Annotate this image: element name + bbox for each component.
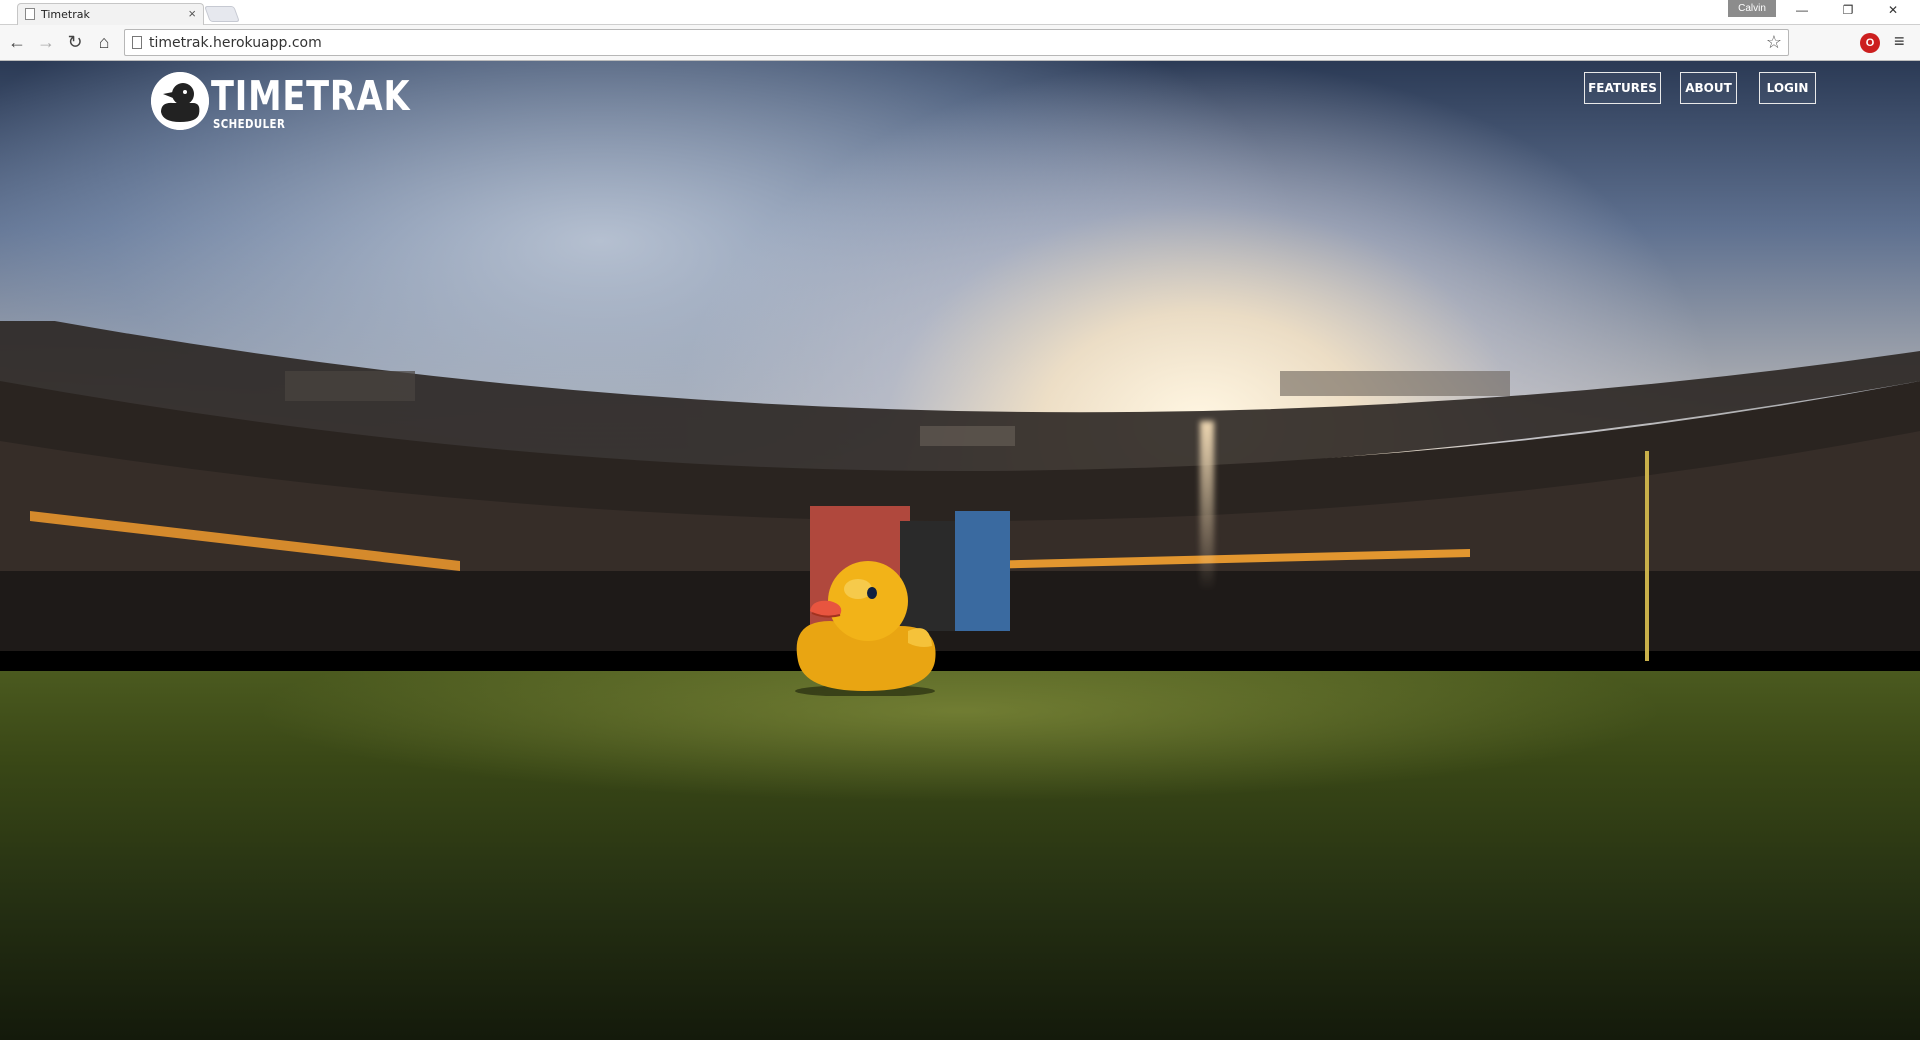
reload-icon[interactable]: ↻ [64,31,86,53]
brand-subtitle: SCHEDULER [213,117,286,131]
minimize-icon[interactable]: — [1787,3,1817,17]
nav-about-button[interactable]: ABOUT [1680,72,1737,104]
new-tab-button[interactable] [204,6,240,22]
home-icon[interactable]: ⌂ [93,31,115,53]
nav-features-button[interactable]: FEATURES [1584,72,1661,104]
browser-tab-strip: Timetrak × Calvin — ❐ ✕ [0,0,1920,25]
hero-page: TIMETRAK SCHEDULER FEATURES ABOUT LOGIN [0,61,1920,1040]
arrow-left-icon[interactable]: ← [6,31,28,53]
page-icon [25,8,35,20]
browser-toolbar: ← → ↻ ⌂ timetrak.herokuapp.com ☆ O ≡ [0,25,1920,61]
profile-badge[interactable]: Calvin [1728,0,1776,17]
restore-icon[interactable]: ❐ [1833,3,1863,17]
sun-flare [1200,421,1214,591]
browser-tab[interactable]: Timetrak × [17,3,204,25]
address-bar[interactable]: timetrak.herokuapp.com ☆ [124,29,1789,56]
brand-name: TIMETRAK [211,72,411,120]
url-text[interactable]: timetrak.herokuapp.com [149,35,322,51]
close-icon[interactable]: × [188,6,196,21]
brand-logo-link[interactable]: TIMETRAK SCHEDULER [151,71,411,141]
arrow-right-icon[interactable]: → [35,31,57,53]
duck-logo-icon [151,72,209,130]
opera-icon[interactable]: O [1860,33,1880,53]
star-icon[interactable]: ☆ [1766,32,1782,53]
nav-login-button[interactable]: LOGIN [1759,72,1816,104]
tab-title: Timetrak [41,8,90,21]
rubber-duck-image [795,561,936,696]
grass-field-image [0,671,1920,1040]
hamburger-menu-icon[interactable]: ≡ [1894,31,1905,52]
page-icon [132,36,142,49]
window-close-icon[interactable]: ✕ [1878,3,1908,17]
